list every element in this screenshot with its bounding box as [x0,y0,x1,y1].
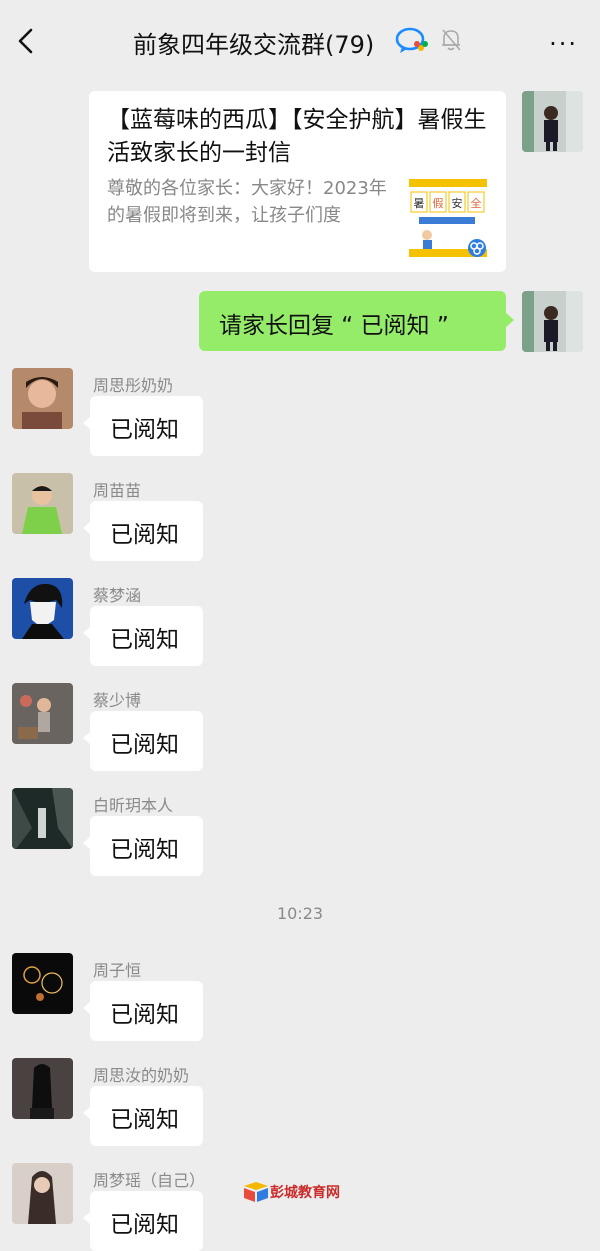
sender-name: 周梦瑶（自己） [93,1171,206,1190]
message-text: 已阅知 [110,732,179,758]
message-text: 已阅知 [110,1212,179,1238]
mute-bell-icon [442,29,461,51]
avatar[interactable] [12,1163,73,1224]
svg-text:假: 假 [433,196,444,210]
message-bubble[interactable]: 已阅知 [83,816,203,876]
message-bubble[interactable]: 已阅知 [83,606,203,666]
my-avatar[interactable] [522,91,583,152]
message-text: 已阅知 [110,417,179,443]
message-bubble[interactable]: 已阅知 [83,1086,203,1146]
sender-name: 周思汝的奶奶 [93,1066,190,1085]
avatar[interactable] [12,578,73,639]
sender-name: 周思彤奶奶 [93,376,174,395]
wecom-icon [395,27,428,53]
message-bubble[interactable]: 已阅知 [83,711,203,771]
back-arrow-icon[interactable] [12,26,42,56]
bubble-tail [505,312,514,328]
avatar[interactable] [12,368,73,429]
svg-text:全: 全 [471,196,482,210]
message-bubble[interactable]: 已阅知 [83,501,203,561]
avatar[interactable] [12,953,73,1014]
my-avatar[interactable] [522,291,583,352]
sent-message-text: 请家长回复 “ 已阅知 ” [219,313,449,339]
message-bubble[interactable]: 已阅知 [83,396,203,456]
svg-text:安: 安 [452,196,463,210]
svg-text:暑: 暑 [414,197,425,210]
watermark-logo [244,1182,268,1202]
sender-name: 周子恒 [93,961,142,980]
message-bubble[interactable]: 已阅知 [83,981,203,1041]
article-card[interactable]: 【蓝莓味的西瓜】【安全护航】暑假生活致家长的一封信 尊敬的各位家长：大家好！20… [89,91,506,272]
avatar[interactable] [12,683,73,744]
sent-message[interactable]: 请家长回复 “ 已阅知 ” [199,291,506,351]
message-text: 已阅知 [110,522,179,548]
sender-name: 蔡梦涵 [93,586,142,605]
sender-name: 白昕玥本人 [93,796,174,815]
avatar[interactable] [12,473,73,534]
message-text: 已阅知 [110,627,179,653]
card-description: 尊敬的各位家长：大家好！2023年的暑假即将到来，让孩子们度 [107,178,387,226]
chat-header: 前象四年级交流群(79) ··· [0,0,600,82]
chat-title[interactable]: 前象四年级交流群(79) [133,25,374,60]
card-title: 【蓝莓味的西瓜】【安全护航】暑假生活致家长的一封信 [107,107,487,166]
card-thumbnail: 暑 假 安 全 [407,177,489,259]
message-text: 已阅知 [110,837,179,863]
message-bubble[interactable]: 已阅知 [83,1191,203,1251]
sender-name: 蔡少博 [93,691,142,710]
sender-name: 周苗苗 [93,481,142,500]
more-icon[interactable]: ··· [549,30,578,58]
avatar[interactable] [12,788,73,849]
time-divider: 10:23 [276,904,324,923]
watermark-text: 彭城教育网 [270,1185,340,1201]
message-text: 已阅知 [110,1002,179,1028]
message-text: 已阅知 [110,1107,179,1133]
avatar[interactable] [12,1058,73,1119]
